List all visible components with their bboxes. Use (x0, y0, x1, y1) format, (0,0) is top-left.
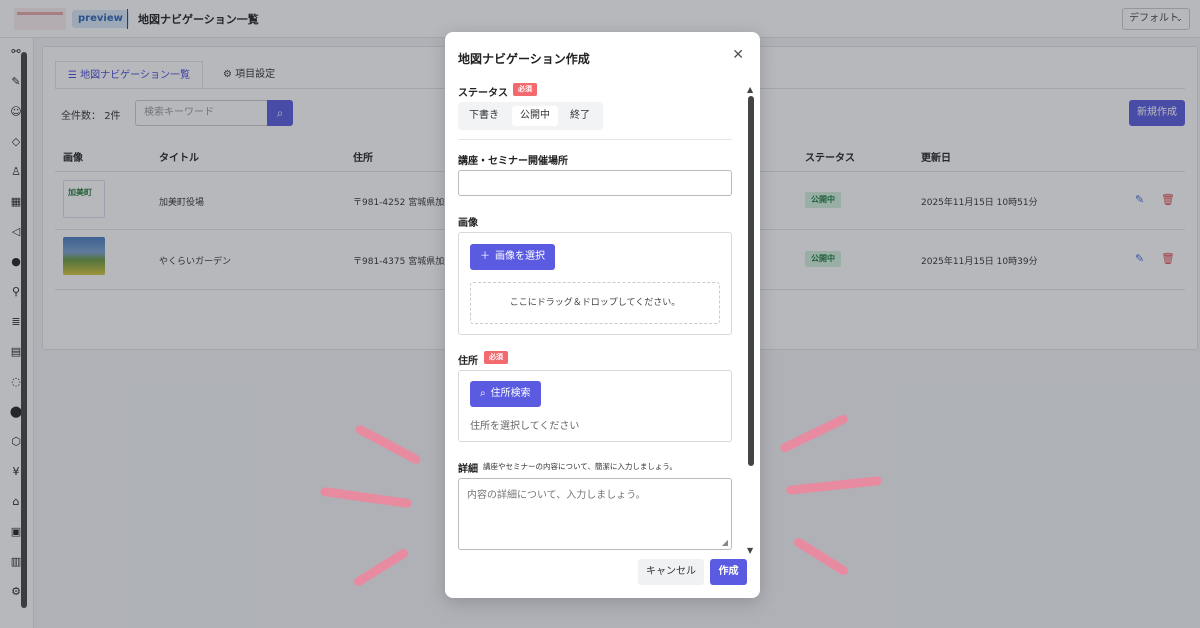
image-label: 画像 (458, 218, 478, 229)
detail-textarea[interactable]: 内容の詳細について、入力しましょう。 ◢ (458, 478, 732, 550)
button-label: 画像を選択 (495, 251, 545, 262)
close-icon[interactable]: ✕ (732, 48, 744, 62)
scroll-down-icon[interactable]: ▼ (747, 546, 753, 555)
detail-label: 詳細 (458, 464, 478, 475)
create-modal: 地図ナビゲーション作成 ✕ ステータス 必須 下書き 公開中 終了 講座・セミナ… (445, 32, 760, 598)
required-badge: 必須 (484, 351, 508, 364)
status-segmented-control: 下書き 公開中 終了 (458, 102, 603, 130)
address-area: ⌕ 住所検索 住所を選択してください (458, 370, 732, 442)
search-icon: ⌕ (480, 388, 486, 399)
required-badge: 必須 (513, 83, 537, 96)
modal-scrollbar[interactable] (748, 96, 754, 466)
select-image-button[interactable]: ＋ 画像を選択 (470, 244, 555, 270)
button-label: 住所検索 (490, 388, 531, 399)
create-button[interactable]: 作成 (710, 559, 747, 585)
divider (458, 139, 732, 140)
detail-hint: 講座やセミナーの内容について、簡潔に入力しましょう。 (483, 462, 677, 471)
status-option-published[interactable]: 公開中 (512, 106, 558, 126)
address-search-button[interactable]: ⌕ 住所検索 (470, 381, 541, 407)
cancel-button[interactable]: キャンセル (638, 559, 704, 585)
modal-title: 地図ナビゲーション作成 (458, 52, 590, 66)
status-label: ステータス (458, 88, 508, 99)
scroll-up-icon[interactable]: ▲ (747, 85, 753, 94)
resize-handle-icon[interactable]: ◢ (722, 538, 728, 547)
address-label: 住所 (458, 356, 478, 367)
detail-placeholder: 内容の詳細について、入力しましょう。 (467, 490, 646, 501)
drop-zone[interactable]: ここにドラッグ＆ドロップしてください。 (470, 282, 720, 324)
venue-label: 講座・セミナー開催場所 (458, 156, 568, 167)
status-option-ended[interactable]: 終了 (562, 106, 598, 126)
image-upload-area: ＋ 画像を選択 ここにドラッグ＆ドロップしてください。 (458, 232, 732, 335)
venue-input[interactable] (458, 170, 732, 196)
address-hint: 住所を選択してください (470, 421, 580, 432)
status-option-draft[interactable]: 下書き (461, 106, 507, 126)
plus-icon: ＋ (480, 251, 490, 262)
